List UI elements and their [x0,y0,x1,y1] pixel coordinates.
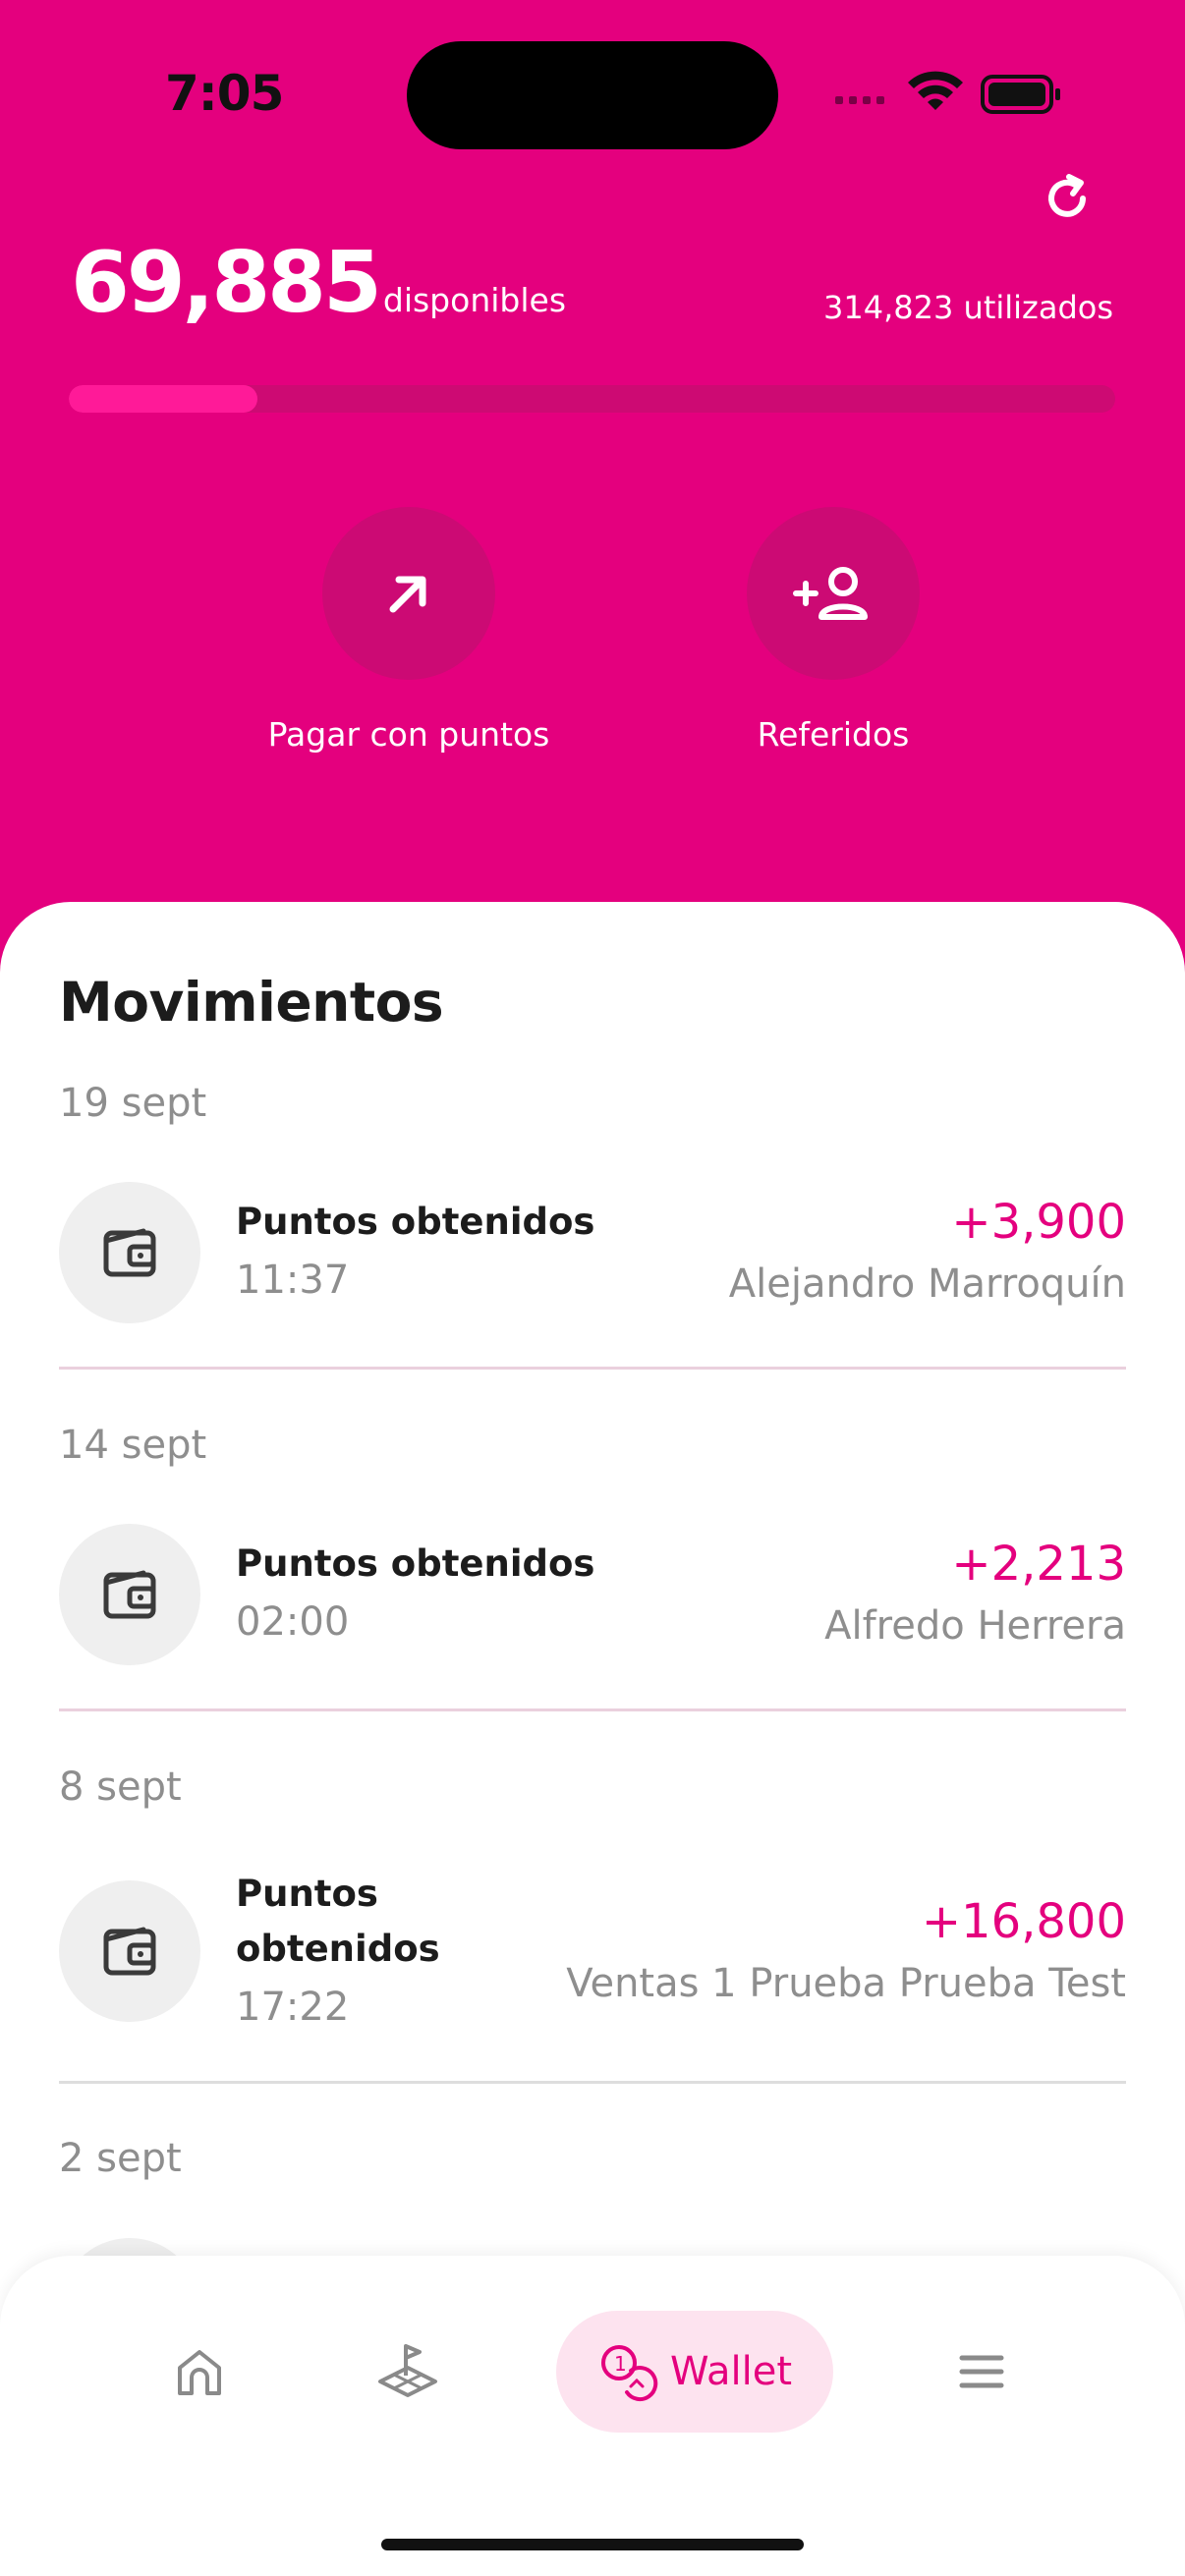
movement-title: Puntos obtenidos [236,1201,595,1243]
arrow-up-right-icon [389,576,426,613]
add-person-icon [793,567,868,620]
movement-name: Alfredo Herrera [824,1603,1126,1649]
movement-amount: +16,800 [921,1894,1126,1949]
points-header: 7:05 69,885 disponibles 314,823 utilizad… [0,0,1185,982]
nav-wallet[interactable]: 1 Wallet [556,2311,833,2433]
movement-name: Ventas 1 Prueba Prueba Test [566,1961,1126,2006]
menu-icon [959,2355,1004,2388]
nav-menu[interactable] [930,2311,1034,2433]
svg-text:1: 1 [614,2352,627,2376]
refresh-button[interactable] [1038,169,1097,228]
status-time: 7:05 [165,65,284,122]
date-label: 19 sept [59,1081,207,1126]
points-balance: 69,885 disponibles [71,234,566,332]
movement-name: Alejandro Marroquín [728,1261,1126,1307]
referrals-button[interactable] [747,507,920,680]
status-icons [835,71,1060,114]
wifi-icon [908,71,963,110]
date-label: 14 sept [59,1423,207,1468]
used-points: 314,823 utilizados [823,289,1113,326]
wallet-icon-circle [59,1880,200,2022]
date-label: 2 sept [59,2136,182,2181]
refresh-icon [1048,174,1086,217]
pay-with-points-label: Pagar con puntos [267,715,550,754]
coins-icon: 1 [600,2345,658,2402]
movement-amount: +3,900 [951,1195,1126,1250]
movements-title: Movimientos [59,971,444,1034]
home-indicator [381,2539,804,2550]
wallet-icon-circle [59,1182,200,1323]
points-progress-bar [69,385,1115,413]
pay-with-points-button[interactable] [322,507,495,680]
home-icon [178,2350,221,2395]
nav-home[interactable] [147,2311,252,2433]
points-progress-fill [69,385,257,413]
divider [59,1367,1126,1370]
movement-title: Puntos obtenidos [236,1542,595,1585]
movement-time: 02:00 [236,1599,350,1645]
wallet-icon-circle [59,1524,200,1665]
nav-wallet-label: Wallet [669,2349,793,2394]
movement-time: 11:37 [236,1258,350,1303]
wallet-icon [103,1228,156,1277]
wallet-icon [103,1927,156,1976]
movement-title: Puntos obtenidos [236,1873,440,1970]
wallet-icon [103,1570,156,1619]
signal-icon [835,96,884,104]
available-points: 69,885 [71,234,382,332]
referrals-label: Referidos [757,715,910,754]
movement-time: 17:22 [236,1985,350,2030]
movement-amount: +2,213 [951,1537,1126,1592]
battery-icon [981,75,1060,114]
divider [59,1708,1126,1711]
divider [59,2081,1126,2084]
nav-golf[interactable] [356,2311,460,2433]
dynamic-island [407,41,778,149]
available-label: disponibles [382,281,567,319]
golf-flag-icon [378,2344,437,2397]
date-label: 8 sept [59,1764,182,1810]
